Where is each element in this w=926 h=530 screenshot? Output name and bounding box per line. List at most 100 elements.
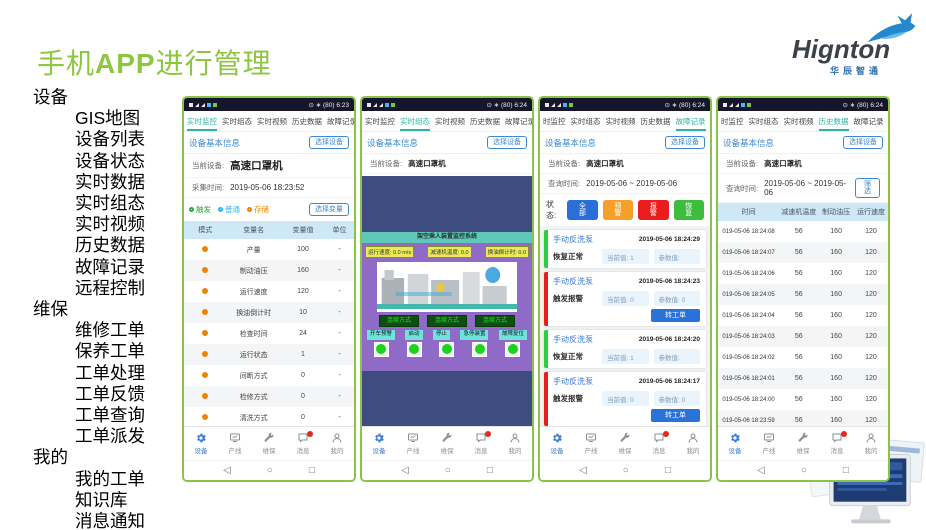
nav-messages[interactable]: 消息 [820, 427, 854, 460]
nav-device[interactable]: 设备 [184, 427, 218, 460]
mode-button[interactable]: 连续方式 [379, 315, 419, 327]
tab-history-data[interactable]: 历史数据 [470, 111, 500, 131]
production-line-icon [229, 432, 241, 444]
android-recent-icon[interactable]: □ [309, 465, 315, 476]
android-recent-icon[interactable]: □ [665, 465, 671, 476]
tab-realtime-video[interactable]: 实时视频 [257, 111, 287, 131]
nav-mine[interactable]: 我的 [676, 427, 710, 460]
tab-realtime-video[interactable]: 实时视频 [606, 111, 636, 131]
android-home-icon[interactable]: ○ [267, 465, 273, 476]
nav-mine[interactable]: 我的 [320, 427, 354, 460]
prestart-warning-button[interactable]: 开车预警 [367, 330, 395, 340]
select-device-button[interactable]: 选择设备 [487, 136, 527, 149]
tab-history-data[interactable]: 历史数据 [292, 111, 322, 131]
mode-button[interactable]: 连续方式 [475, 315, 515, 327]
phone-content: 设备基本信息 选择设备 当前设备: 高速口罩机 架空乘人装置监控系统 运行速度:… [362, 132, 532, 426]
fault-card-list: 手动反洗泵2019-05-06 18:24:29 恢复正常当前值: 1参数值: … [540, 226, 710, 426]
mode-dot-icon [202, 414, 208, 420]
select-device-button[interactable]: 选择设备 [309, 136, 349, 149]
tab-realtime-video[interactable]: 实时视频 [435, 111, 465, 131]
feature-item-gis-map: GIS地图 [75, 108, 145, 129]
nav-device[interactable]: 设备 [362, 427, 396, 460]
to-workorder-button[interactable]: 转工单 [651, 309, 700, 322]
filter-alarm-button[interactable]: 报警 [638, 200, 668, 220]
tab-fault-records[interactable]: 故障记录 [505, 111, 532, 131]
hmi-top-panel [362, 176, 532, 232]
android-recent-icon[interactable]: □ [843, 465, 849, 476]
query-time-value[interactable]: 2019-05-06 ~ 2019-05-06 [586, 179, 677, 188]
android-home-icon[interactable]: ○ [801, 465, 807, 476]
tab-realtime-config[interactable]: 实时组态 [749, 111, 779, 131]
table-row: 019-05-06 18:24:0256160120 [718, 347, 888, 368]
nav-production-line[interactable]: 产线 [574, 427, 608, 460]
select-device-button[interactable]: 选择设备 [665, 136, 705, 149]
android-recent-icon[interactable]: □ [487, 465, 493, 476]
tab-realtime-config[interactable]: 实时组态 [222, 111, 252, 131]
production-line-icon [763, 432, 775, 444]
fault-card-recover: 手动反洗泵2019-05-06 18:24:29 恢复正常当前值: 1参数值: [544, 230, 706, 268]
gear-icon [729, 432, 741, 444]
android-back-icon[interactable]: ◁ [757, 465, 765, 476]
table-row: 检查时间24- [184, 323, 354, 344]
filter-warning-button[interactable]: 预警 [603, 200, 633, 220]
nav-maintenance[interactable]: 维保 [608, 427, 642, 460]
android-back-icon[interactable]: ◁ [401, 465, 409, 476]
tab-realtime-video[interactable]: 实时视频 [784, 111, 814, 131]
nav-maintenance[interactable]: 维保 [786, 427, 820, 460]
tab-realtime-config[interactable]: 实时组态 [571, 111, 601, 131]
person-icon [865, 432, 877, 444]
filter-all-button[interactable]: 全部 [567, 200, 597, 220]
nav-maintenance[interactable]: 维保 [430, 427, 464, 460]
wrench-icon [263, 432, 275, 444]
android-home-icon[interactable]: ○ [445, 465, 451, 476]
mode-dot-icon [202, 309, 208, 315]
nav-production-line[interactable]: 产线 [752, 427, 786, 460]
collect-time-label: 采集时间: [192, 182, 224, 193]
table-row: 019-05-06 18:24:0556160120 [718, 284, 888, 305]
tab-realtime-config[interactable]: 实时组态 [400, 111, 430, 131]
query-time-value[interactable]: 2019-05-06 ~ 2019-05-06 [764, 179, 849, 197]
nav-production-line[interactable]: 产线 [396, 427, 430, 460]
nav-mine[interactable]: 我的 [854, 427, 888, 460]
nav-messages[interactable]: 消息 [642, 427, 676, 460]
tab-realtime-monitor[interactable]: 实时监控 [365, 111, 395, 131]
mode-button[interactable]: 连续方式 [427, 315, 467, 327]
current-device-value: 高速口罩机 [408, 158, 446, 169]
stop-button[interactable]: 停止 [433, 330, 450, 340]
select-device-button[interactable]: 选择设备 [843, 136, 883, 149]
status-bar: ⊙ ∗ (80) 6:24 [718, 98, 888, 111]
param-value-chip: 参数值: 0 [654, 391, 701, 406]
tab-realtime-monitor[interactable]: 时监控 [543, 111, 566, 131]
to-workorder-button[interactable]: 转工单 [651, 409, 700, 422]
tab-realtime-monitor[interactable]: 时监控 [721, 111, 744, 131]
tab-fault-records[interactable]: 故障记录 [854, 111, 884, 131]
nav-device[interactable]: 设备 [540, 427, 574, 460]
select-variable-button[interactable]: 选择变量 [309, 203, 349, 216]
tab-history-data[interactable]: 历史数据 [819, 111, 849, 131]
nav-production-line[interactable]: 产线 [218, 427, 252, 460]
feature-group-maintenance: 维保 [33, 299, 145, 320]
nav-messages[interactable]: 消息 [286, 427, 320, 460]
nav-mine[interactable]: 我的 [498, 427, 532, 460]
fault-reset-button[interactable]: 故障复位 [499, 330, 527, 340]
nav-device[interactable]: 设备 [718, 427, 752, 460]
current-device-value: 高速口罩机 [230, 158, 283, 173]
android-home-icon[interactable]: ○ [623, 465, 629, 476]
table-row: 检修方式0- [184, 386, 354, 407]
tab-history-data[interactable]: 历史数据 [641, 111, 671, 131]
android-back-icon[interactable]: ◁ [223, 465, 231, 476]
android-back-icon[interactable]: ◁ [579, 465, 587, 476]
tab-fault-records[interactable]: 故障记录 [327, 111, 354, 131]
tab-realtime-monitor[interactable]: 实时监控 [187, 111, 217, 131]
tab-fault-records[interactable]: 故障记录 [676, 111, 706, 131]
estop-button[interactable]: 急停装置 [460, 330, 488, 340]
nav-messages[interactable]: 消息 [464, 427, 498, 460]
notification-icons [189, 103, 219, 107]
table-row: 换油倒计时10- [184, 302, 354, 323]
status-bar: ⊙ ∗ (80) 6:23 [184, 98, 354, 111]
start-button[interactable]: 启动 [405, 330, 422, 340]
nav-maintenance[interactable]: 维保 [252, 427, 286, 460]
tab-bar: 实时监控 实时组态 实时视频 历史数据 故障记录 远程控 [184, 111, 354, 132]
filter-recover-button[interactable]: 恢复 [674, 200, 704, 220]
filter-button[interactable]: 筛选 [855, 178, 880, 198]
